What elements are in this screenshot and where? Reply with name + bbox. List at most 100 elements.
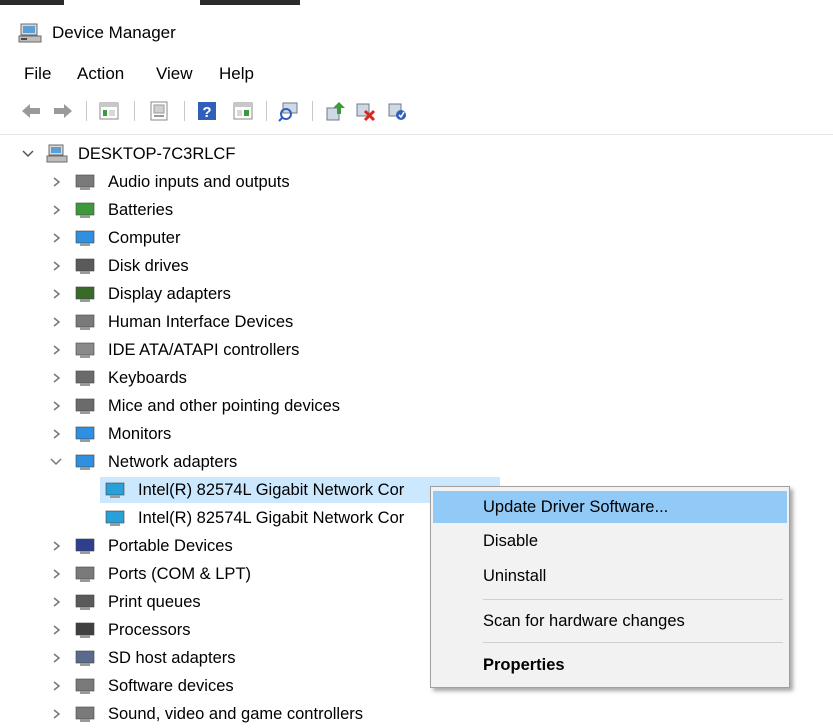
- category-label: Computer: [108, 229, 181, 247]
- computer-icon: [75, 230, 95, 246]
- menu-view[interactable]: View: [154, 63, 195, 85]
- category-label: Human Interface Devices: [108, 313, 294, 331]
- device-label: Intel(R) 82574L Gigabit Network Cor: [138, 481, 405, 499]
- network-card-icon: [105, 510, 125, 526]
- tree-category[interactable]: Mice and other pointing devices: [0, 392, 520, 420]
- tree-category[interactable]: Keyboards: [0, 364, 520, 392]
- screen-top-edge: [0, 0, 833, 8]
- tree-category[interactable]: Sound, video and game controllers: [0, 700, 520, 728]
- toolbar-separator: [312, 101, 313, 121]
- update-driver-icon[interactable]: [324, 100, 346, 122]
- action-pane-icon[interactable]: [232, 100, 254, 122]
- tree-category[interactable]: Network adapters: [0, 448, 520, 476]
- category-label: Keyboards: [108, 369, 187, 387]
- back-icon[interactable]: [20, 100, 42, 122]
- menu-disable[interactable]: Disable: [433, 525, 787, 557]
- chevron-right-icon[interactable]: [50, 224, 64, 252]
- category-label: Sound, video and game controllers: [108, 705, 363, 723]
- device-manager-icon: [18, 23, 42, 43]
- chevron-down-icon[interactable]: [50, 448, 64, 476]
- category-label: Mice and other pointing devices: [108, 397, 341, 415]
- chevron-right-icon[interactable]: [50, 252, 64, 280]
- menu-file[interactable]: File: [22, 63, 53, 85]
- speaker-icon: [75, 174, 95, 190]
- tree-category[interactable]: Disk drives: [0, 252, 520, 280]
- tree-category[interactable]: Computer: [0, 224, 520, 252]
- chevron-right-icon[interactable]: [50, 420, 64, 448]
- chevron-right-icon[interactable]: [50, 168, 64, 196]
- menu-bar: File Action View Help: [0, 58, 833, 90]
- category-label: Audio inputs and outputs: [108, 173, 290, 191]
- category-label: Monitors: [108, 425, 172, 443]
- menu-properties[interactable]: Properties: [433, 649, 787, 681]
- toolbar-separator: [184, 101, 185, 121]
- tree-root[interactable]: DESKTOP-7C3RLCF: [0, 140, 300, 168]
- hid-icon: [75, 314, 95, 330]
- menu-uninstall-label: Uninstall: [483, 567, 547, 585]
- menu-separator: [483, 599, 783, 600]
- menu-scan-label: Scan for hardware changes: [483, 612, 685, 630]
- chevron-down-icon[interactable]: [22, 140, 36, 168]
- show-hide-icon[interactable]: [148, 100, 170, 122]
- tree-category[interactable]: Batteries: [0, 196, 520, 224]
- computer-root-icon: [46, 144, 68, 163]
- svg-text:?: ?: [202, 104, 211, 121]
- toolbar-separator: [266, 101, 267, 121]
- tree-category[interactable]: Audio inputs and outputs: [0, 168, 520, 196]
- category-label: Processors: [108, 621, 191, 639]
- network-card-icon: [105, 482, 125, 498]
- top-edge-segment: [200, 0, 300, 5]
- chevron-right-icon[interactable]: [50, 280, 64, 308]
- chevron-right-icon[interactable]: [50, 392, 64, 420]
- root-label: DESKTOP-7C3RLCF: [78, 145, 236, 163]
- display-adapter-icon: [75, 286, 95, 302]
- help-icon[interactable]: ?: [196, 100, 218, 122]
- context-menu: Update Driver Software... Disable Uninst…: [430, 486, 790, 688]
- tree-category[interactable]: IDE ATA/ATAPI controllers: [0, 336, 520, 364]
- tree-category[interactable]: Human Interface Devices: [0, 308, 520, 336]
- menu-scan[interactable]: Scan for hardware changes: [433, 605, 787, 637]
- chevron-right-icon[interactable]: [50, 308, 64, 336]
- chevron-right-icon[interactable]: [50, 196, 64, 224]
- chevron-right-icon[interactable]: [50, 364, 64, 392]
- portable-device-icon: [75, 538, 95, 554]
- chevron-right-icon[interactable]: [50, 336, 64, 364]
- chevron-right-icon[interactable]: [50, 560, 64, 588]
- sound-controller-icon: [75, 706, 95, 722]
- category-label: Ports (COM & LPT): [108, 565, 252, 583]
- toolbar-separator: [86, 101, 87, 121]
- menu-uninstall[interactable]: Uninstall: [433, 560, 787, 592]
- scan-hardware-icon[interactable]: [278, 100, 300, 122]
- chevron-right-icon[interactable]: [50, 672, 64, 700]
- category-label: Software devices: [108, 677, 234, 695]
- processor-icon: [75, 622, 95, 638]
- forward-icon[interactable]: [52, 100, 74, 122]
- toolbar: ?: [0, 92, 833, 135]
- uninstall-device-icon[interactable]: [354, 100, 376, 122]
- category-label: Print queues: [108, 593, 201, 611]
- chevron-right-icon[interactable]: [50, 644, 64, 672]
- tree-category[interactable]: Monitors: [0, 420, 520, 448]
- menu-help[interactable]: Help: [217, 63, 256, 85]
- menu-update-driver[interactable]: Update Driver Software...: [433, 491, 787, 523]
- device-label: Intel(R) 82574L Gigabit Network Cor: [138, 509, 405, 527]
- software-device-icon: [75, 678, 95, 694]
- chevron-right-icon[interactable]: [50, 616, 64, 644]
- port-icon: [75, 566, 95, 582]
- category-label: Batteries: [108, 201, 174, 219]
- menu-action[interactable]: Action: [75, 63, 126, 85]
- mouse-icon: [75, 398, 95, 414]
- sd-adapter-icon: [75, 650, 95, 666]
- menu-separator: [483, 642, 783, 643]
- chevron-right-icon[interactable]: [50, 532, 64, 560]
- tree-category[interactable]: Display adapters: [0, 280, 520, 308]
- menu-properties-label: Properties: [483, 656, 565, 674]
- chevron-right-icon[interactable]: [50, 700, 64, 728]
- category-label: Network adapters: [108, 453, 238, 471]
- enable-device-icon[interactable]: [386, 100, 408, 122]
- menu-update-driver-label: Update Driver Software...: [483, 498, 669, 516]
- properties-pane-icon[interactable]: [98, 100, 120, 122]
- keyboard-icon: [75, 370, 95, 386]
- chevron-right-icon[interactable]: [50, 588, 64, 616]
- monitor-icon: [75, 426, 95, 442]
